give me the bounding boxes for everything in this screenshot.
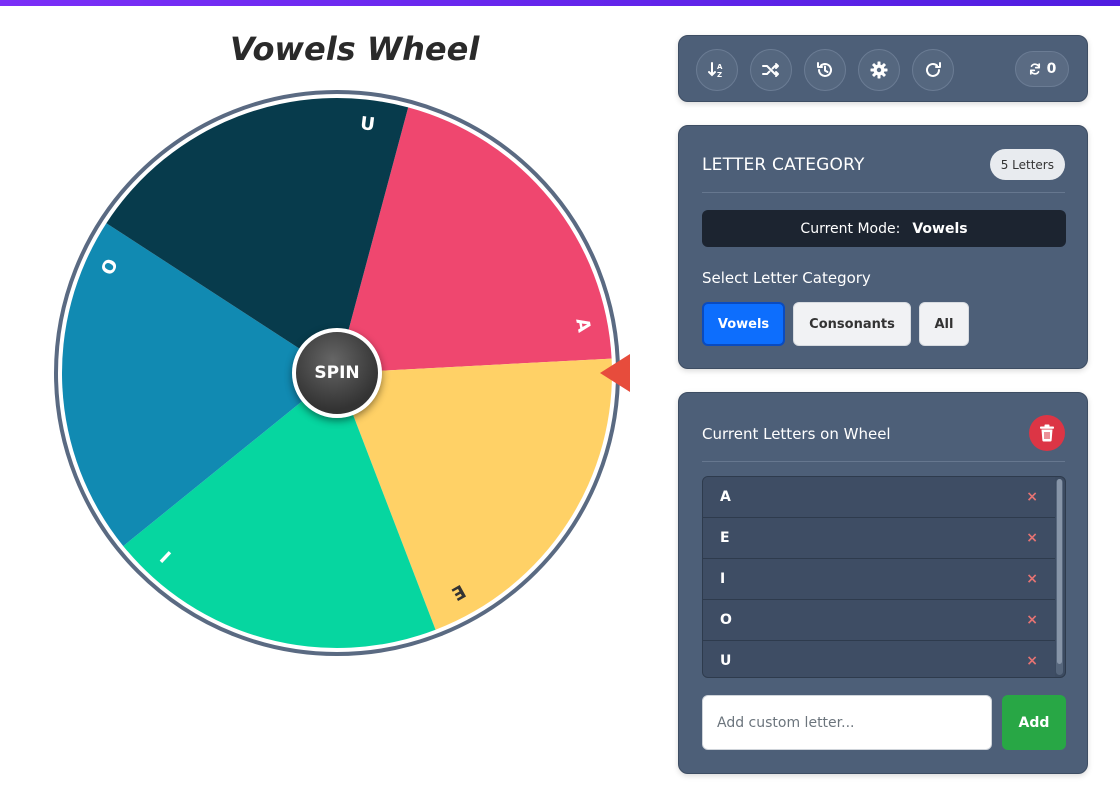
remove-letter-icon[interactable]: × — [1026, 530, 1038, 546]
spin-button[interactable]: SPIN — [292, 328, 382, 418]
spin-counter: 0 — [1015, 51, 1069, 87]
letter-value: E — [720, 530, 730, 546]
spin-count-value: 0 — [1046, 61, 1057, 77]
top-accent-bar — [0, 0, 1120, 6]
sort-icon: AZ — [708, 62, 723, 79]
letter-value: O — [720, 612, 732, 628]
remove-letter-icon[interactable]: × — [1026, 653, 1038, 669]
settings-button[interactable] — [858, 49, 900, 91]
letters-title: Current Letters on Wheel — [702, 425, 891, 443]
history-button[interactable] — [804, 49, 846, 91]
letter-category-panel: LETTER CATEGORY 5 Letters Current Mode: … — [678, 125, 1088, 369]
mode-label: Current Mode: — [800, 220, 901, 237]
letter-value: I — [720, 571, 726, 587]
divider — [702, 192, 1065, 193]
remove-letter-icon[interactable]: × — [1026, 571, 1038, 587]
all-button[interactable]: All — [919, 302, 969, 346]
remove-letter-icon[interactable]: × — [1026, 612, 1038, 628]
clear-letters-button[interactable] — [1029, 415, 1065, 451]
sort-button[interactable]: AZ — [696, 49, 738, 91]
sync-icon — [1029, 63, 1040, 75]
letter-list-item: A × — [703, 477, 1055, 518]
divider — [702, 461, 1065, 462]
shuffle-icon — [762, 63, 779, 77]
svg-text:Z: Z — [717, 71, 722, 79]
custom-letter-input[interactable] — [702, 695, 992, 750]
letter-list-item: U × — [703, 641, 1055, 677]
wheel-pointer-icon — [600, 354, 630, 392]
reset-button[interactable] — [912, 49, 954, 91]
vowels-button[interactable]: Vowels — [702, 302, 785, 346]
letter-list[interactable]: A × E × I × O × U × — [702, 476, 1066, 678]
letter-list-item: E × — [703, 518, 1055, 559]
history-icon — [817, 62, 832, 77]
wheel-label-u: U — [359, 113, 376, 136]
current-mode-bar: Current Mode: Vowels — [702, 210, 1066, 247]
select-category-label: Select Letter Category — [702, 269, 871, 287]
remove-letter-icon[interactable]: × — [1026, 489, 1038, 505]
letter-value: A — [720, 489, 731, 505]
gear-icon — [870, 61, 888, 79]
category-title: LETTER CATEGORY — [702, 155, 865, 175]
letter-value: U — [720, 653, 732, 669]
add-letter-button[interactable]: Add — [1002, 695, 1066, 750]
scrollbar-thumb[interactable] — [1057, 479, 1062, 664]
reset-icon — [926, 62, 941, 77]
consonants-button[interactable]: Consonants — [793, 302, 911, 346]
toolbar-panel: AZ 0 — [678, 35, 1088, 102]
shuffle-button[interactable] — [750, 49, 792, 91]
letter-list-item: O × — [703, 600, 1055, 641]
letter-count-badge: 5 Letters — [989, 149, 1065, 180]
svg-text:A: A — [717, 63, 723, 71]
wheel-title: Vowels Wheel — [230, 30, 480, 68]
letter-list-item: I × — [703, 559, 1055, 600]
mode-value: Vowels — [912, 220, 968, 237]
trash-icon — [1040, 424, 1054, 442]
current-letters-panel: Current Letters on Wheel A × E × I × O × U × Add — [678, 392, 1088, 774]
